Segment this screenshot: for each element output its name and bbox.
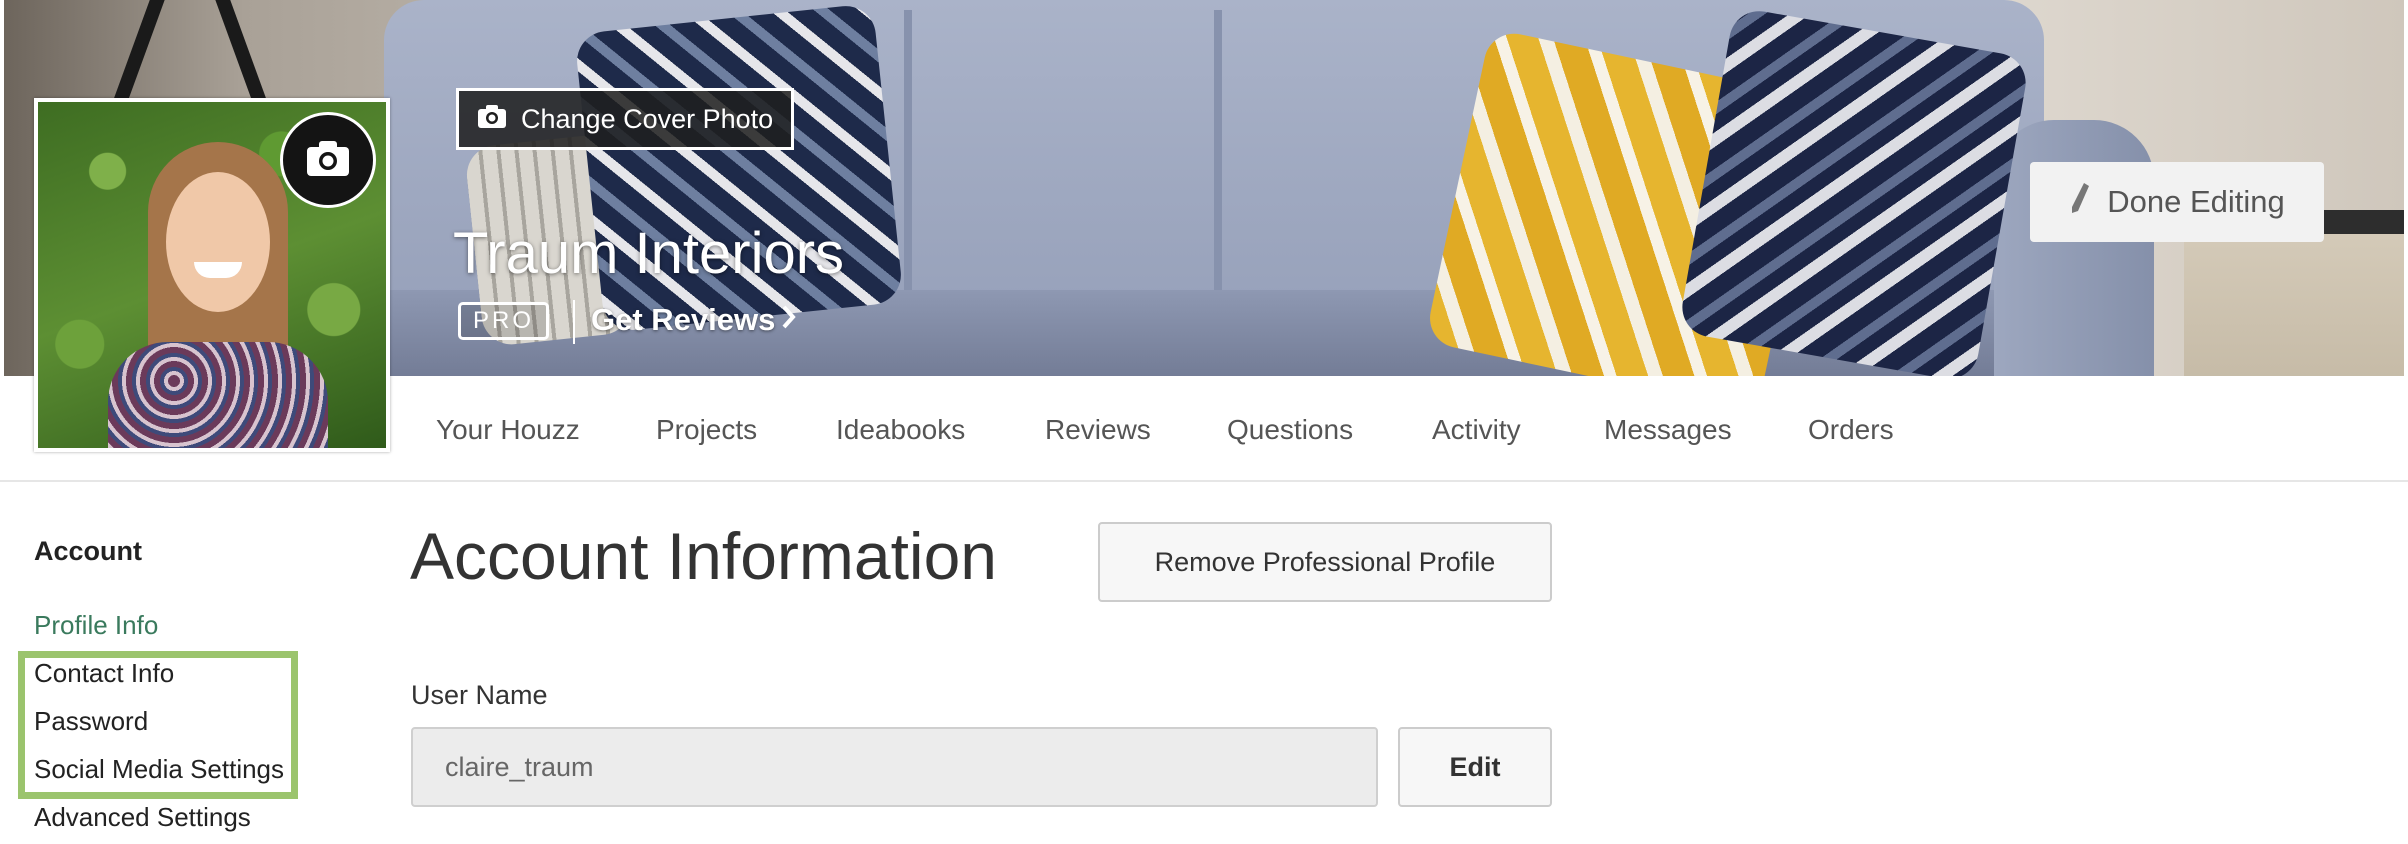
username-field[interactable] xyxy=(411,727,1378,807)
avatar-face xyxy=(166,172,270,312)
sidebar-item-profile-info[interactable]: Profile Info xyxy=(34,610,158,641)
change-avatar-button[interactable] xyxy=(280,112,376,208)
pillow-navy xyxy=(1677,6,2031,376)
remove-professional-profile-button[interactable]: Remove Professional Profile xyxy=(1098,522,1552,602)
change-cover-photo-label: Change Cover Photo xyxy=(521,103,774,134)
tab-ideabooks[interactable]: Ideabooks xyxy=(836,414,965,446)
tab-messages[interactable]: Messages xyxy=(1604,414,1732,446)
get-reviews-label: Get Reviews xyxy=(591,302,776,337)
sidebar-item-advanced-settings[interactable]: Advanced Settings xyxy=(34,802,251,833)
chevron-right-icon xyxy=(781,302,797,338)
divider xyxy=(573,300,575,344)
pencil-icon xyxy=(2069,181,2091,223)
tab-projects[interactable]: Projects xyxy=(656,414,757,446)
change-cover-photo-button[interactable]: Change Cover Photo xyxy=(456,88,795,150)
tab-questions[interactable]: Questions xyxy=(1227,414,1353,446)
sidebar-item-social-media-settings[interactable]: Social Media Settings xyxy=(34,754,284,785)
sidebar-item-password[interactable]: Password xyxy=(34,706,148,737)
page-title: Account Information xyxy=(410,519,997,593)
sidebar-item-contact-info[interactable]: Contact Info xyxy=(34,658,174,689)
pro-badge: PRO xyxy=(458,302,550,340)
tab-your-houzz[interactable]: Your Houzz xyxy=(436,414,580,446)
tab-reviews[interactable]: Reviews xyxy=(1045,414,1151,446)
edit-username-button[interactable]: Edit xyxy=(1398,727,1552,807)
camera-icon xyxy=(305,138,351,183)
camera-icon xyxy=(477,103,507,136)
tab-orders[interactable]: Orders xyxy=(1808,414,1894,446)
username-label: User Name xyxy=(411,680,548,710)
get-reviews-link[interactable]: Get Reviews xyxy=(591,302,797,338)
sofa-seam xyxy=(1214,10,1222,300)
done-editing-label: Done Editing xyxy=(2107,184,2285,219)
profile-nav: Your Houzz Projects Ideabooks Reviews Qu… xyxy=(0,376,2408,482)
sidebar-heading: Account xyxy=(34,536,142,566)
sofa-arm xyxy=(1994,120,2154,376)
business-name: Traum Interiors xyxy=(453,221,845,286)
tab-activity[interactable]: Activity xyxy=(1432,414,1521,446)
sofa-seam xyxy=(904,10,912,300)
done-editing-button[interactable]: Done Editing xyxy=(2030,162,2324,242)
